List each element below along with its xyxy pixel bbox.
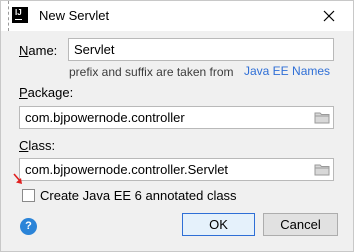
close-button[interactable] xyxy=(319,6,339,26)
red-arrow-annotation xyxy=(13,173,22,184)
app-icon-bar xyxy=(15,19,22,20)
class-label-rest: lass: xyxy=(28,138,56,153)
title-bar[interactable]: IJ New Servlet xyxy=(1,1,353,31)
package-input-value: com.bjpowernode.controller xyxy=(25,110,185,125)
name-label-mnemonic: N xyxy=(19,43,29,58)
intellij-app-icon: IJ xyxy=(12,7,28,23)
package-label-mnemonic: P xyxy=(19,85,28,100)
package-label: Package: xyxy=(19,85,73,100)
folder-icon xyxy=(314,112,330,124)
package-browse-button[interactable] xyxy=(314,111,330,124)
class-label-mnemonic: C xyxy=(19,138,29,153)
dashed-guide xyxy=(1,1,9,31)
package-input[interactable]: com.bjpowernode.controller xyxy=(19,106,334,129)
ok-button[interactable]: OK xyxy=(182,213,255,236)
class-input-value: com.bjpowernode.controller.Servlet xyxy=(25,162,229,177)
class-input[interactable]: com.bjpowernode.controller.Servlet xyxy=(19,158,334,181)
folder-icon xyxy=(314,164,330,176)
package-label-rest: ackage: xyxy=(27,85,74,100)
annotated-class-checkbox[interactable] xyxy=(22,189,35,202)
name-label: Name: xyxy=(19,43,57,58)
app-icon-text: IJ xyxy=(15,8,22,17)
java-ee-names-link[interactable]: Java EE Names xyxy=(244,64,330,78)
new-servlet-dialog: IJ New Servlet Name: Servlet prefix and … xyxy=(0,0,354,252)
class-label: Class: xyxy=(19,138,55,153)
help-icon: ? xyxy=(25,220,32,232)
name-input-value: Servlet xyxy=(74,42,115,57)
help-button[interactable]: ? xyxy=(20,218,37,235)
class-browse-button[interactable] xyxy=(314,163,330,176)
name-hint: prefix and suffix are taken from xyxy=(69,65,234,79)
name-label-rest: ame: xyxy=(28,43,58,58)
dialog-title: New Servlet xyxy=(39,8,110,23)
close-icon xyxy=(323,10,335,22)
cancel-button[interactable]: Cancel xyxy=(263,213,338,236)
name-input[interactable]: Servlet xyxy=(68,38,334,61)
annotated-class-label[interactable]: Create Java EE 6 annotated class xyxy=(40,188,237,203)
